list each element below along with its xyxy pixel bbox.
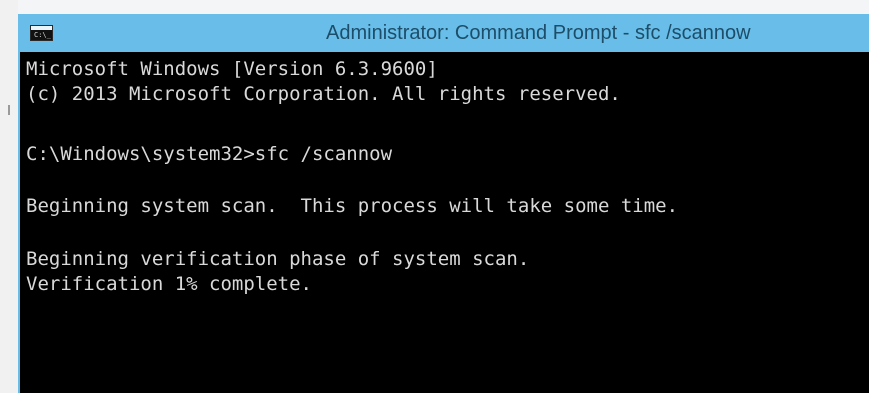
console-line-verification-progress: Verification 1% complete. xyxy=(26,273,312,295)
command-prompt-window[interactable]: C:\_ Administrator: Command Prompt - sfc… xyxy=(18,14,869,393)
command-prompt-icon-text: C:\_ xyxy=(34,31,51,39)
window-titlebar[interactable]: C:\_ Administrator: Command Prompt - sfc… xyxy=(18,14,869,52)
console-caret xyxy=(26,302,36,305)
console-line-version: Microsoft Windows [Version 6.3.9600] xyxy=(26,58,438,80)
command-prompt-icon[interactable]: C:\_ xyxy=(30,25,53,41)
screenshot-page: C:\_ Administrator: Command Prompt - sfc… xyxy=(0,0,869,393)
console-line-copyright: (c) 2013 Microsoft Corporation. All righ… xyxy=(26,83,621,105)
background-window-strip xyxy=(18,0,869,14)
window-title: Administrator: Command Prompt - sfc /sca… xyxy=(326,22,751,44)
console-line-command: C:\Windows\system32>sfc /scannow xyxy=(26,143,393,165)
background-window-edge xyxy=(0,0,18,393)
console-line-scan-start: Beginning system scan. This process will… xyxy=(26,195,679,217)
console-line-verification-phase: Beginning verification phase of system s… xyxy=(26,248,530,270)
console-output[interactable]: Microsoft Windows [Version 6.3.9600] (c)… xyxy=(20,52,869,393)
